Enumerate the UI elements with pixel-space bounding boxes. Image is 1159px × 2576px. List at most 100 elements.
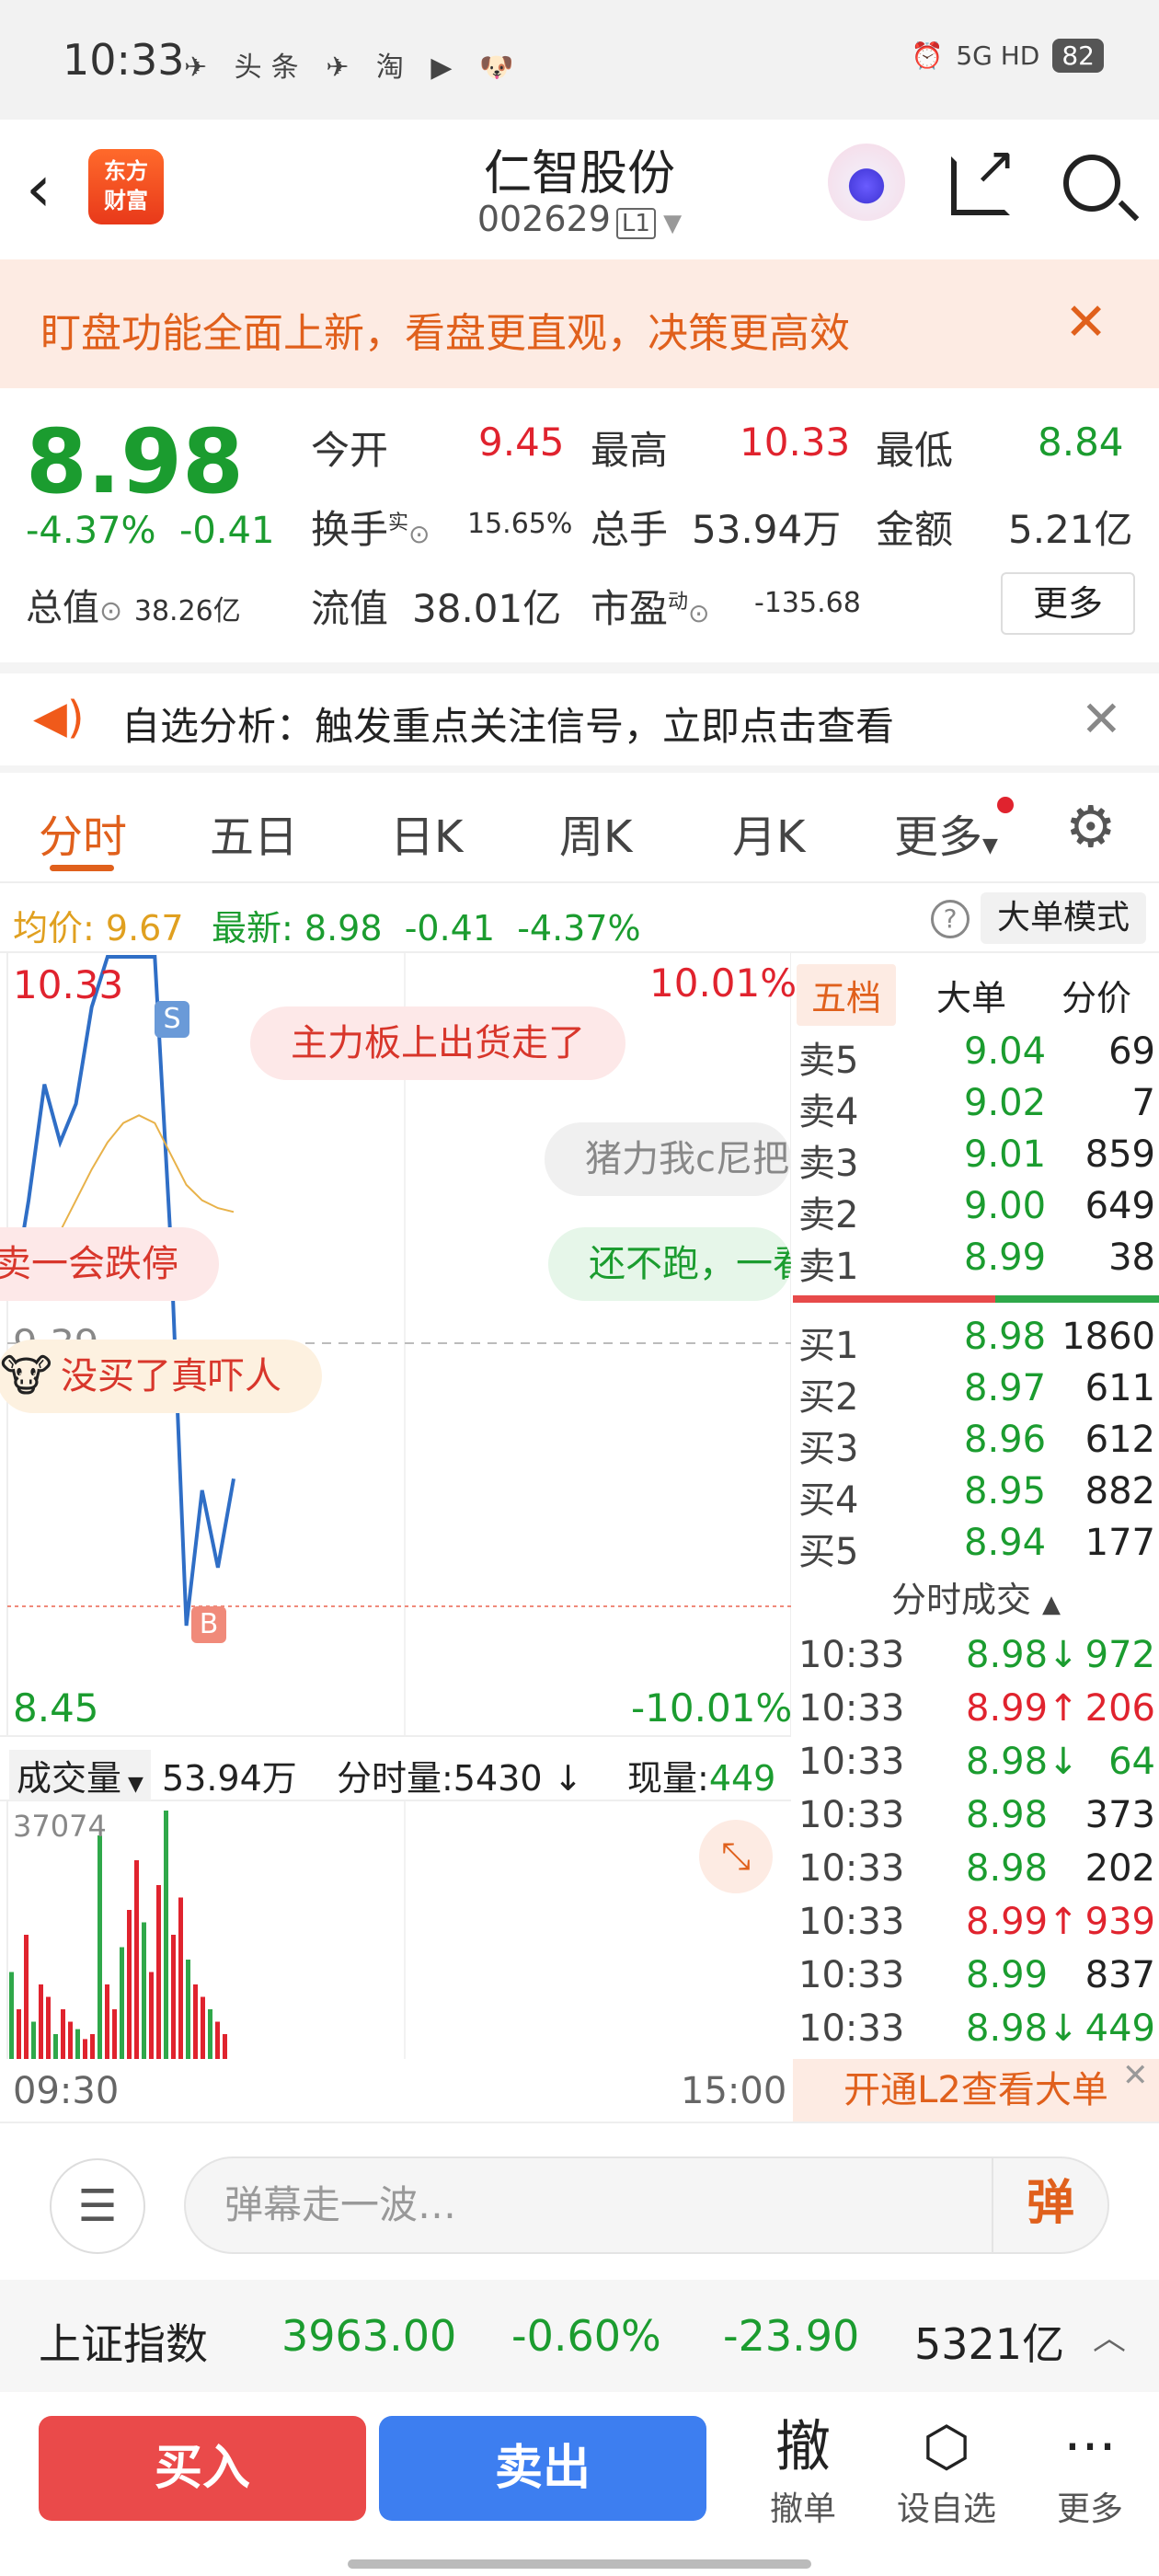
bid-price: 8.97 [964,1367,1047,1409]
latest-label: 最新: [212,908,293,949]
notice-text: 自选分析：触发重点关注信号，立即点击查看 [121,704,895,749]
tab-wuri[interactable]: 五日 [210,800,298,865]
cancel-order-button[interactable]: 撤 撤单 [743,2412,863,2530]
volume-bar [24,1935,29,2059]
turnover-text: 换手 [311,507,389,552]
ask-row[interactable]: 卖5 9.04 69 [793,1030,1159,1082]
trade-time: 10:33 [798,1954,905,1996]
index-ticker[interactable]: 上证指数 3963.00 -0.60% -23.90 5321亿 ︿ [0,2280,1159,2392]
network-indicator: 5G HD [956,40,1040,71]
more-button[interactable]: 更多 [1001,572,1135,635]
trade-volume: 449 [1084,2007,1155,2050]
float-label: 流值 [311,586,389,631]
volume-max-label: 37074 [13,1809,107,1844]
volume-chart[interactable]: 37074 ⤡ [0,1801,791,2059]
buy-button[interactable]: 买入 [39,2416,366,2521]
ask-row[interactable]: 卖2 9.00 649 [793,1185,1159,1236]
tab-yuek[interactable]: 月K [732,800,805,865]
trade-price: 8.98 [966,1794,1049,1836]
volume-bar [53,2034,58,2059]
sell-button[interactable]: 卖出 [379,2416,706,2521]
trade-volume: 206 [1084,1687,1155,1730]
arrow-down-icon: ↓ [553,1758,583,1799]
tab-zhouk[interactable]: 周K [559,800,632,865]
trades-title[interactable]: 分时成交 ▲ [793,1571,1159,1622]
intraday-chart[interactable]: 10.33 10.01% 9.39 8.45 -10.01% S B 主力板上出… [0,953,797,1735]
volume-label: 成交量 [17,1758,122,1799]
search-icon[interactable] [1063,155,1120,212]
xianliang-label: 现量: [627,1758,709,1799]
change-pct: -4.37% [26,510,156,552]
latest-price: 最新: 8.98 -0.41 -4.37% [212,900,641,950]
ask-volume: 69 [1108,1030,1155,1073]
avg-value: 9.67 [105,908,184,949]
bid-row[interactable]: 买3 8.96 612 [793,1419,1159,1470]
ask-row[interactable]: 卖1 8.99 38 [793,1236,1159,1288]
trade-time: 10:33 [798,1634,905,1676]
status-time: 10:33 [63,35,185,85]
trade-time: 10:33 [798,1847,905,1890]
gear-icon[interactable]: ⚙ [1065,799,1117,856]
add-watchlist-label: 设自选 [896,2490,996,2528]
volume-bar [75,2029,80,2059]
ask-price: 9.04 [964,1030,1047,1073]
app-header: ‹ 东方 财富 仁智股份 002629 L1 ▼ ↗ [0,120,1159,258]
bid-row[interactable]: 买2 8.97 611 [793,1367,1159,1419]
zongzhi-label: 总值 [26,587,99,629]
tab-rik[interactable]: 日K [390,800,463,865]
volume-header: 成交量 ▼ 53.94万 分时量:5430 ↓ 现量:449 [0,1735,791,1801]
volume-bar [193,1984,198,2059]
ask-row[interactable]: 卖3 9.01 859 [793,1133,1159,1185]
volume-bar [120,1947,124,2059]
trade-time: 10:33 [798,1687,905,1730]
bid-level: 买2 [798,1376,859,1419]
tab-fenshi[interactable]: 分时 [39,800,127,865]
trade-row: 10:33 8.99↑ 206 [793,1687,1159,1741]
bid-row[interactable]: 买4 8.95 882 [793,1470,1159,1522]
tab-dadan[interactable]: 大单 [936,970,1006,1020]
more-actions-button[interactable]: ··· 更多 [1030,2412,1150,2530]
open-label: 今开 [311,428,389,473]
tab-wudang[interactable]: 五档 [797,964,897,1026]
close-icon[interactable]: ✕ [1081,690,1122,748]
expand-icon[interactable]: ⤡ [699,1820,773,1893]
add-watchlist-button[interactable]: ⬡ 设自选 [887,2412,1006,2530]
trade-volume: 972 [1084,1634,1155,1676]
volume-bar [223,2034,227,2059]
ask-price: 9.00 [964,1185,1047,1227]
volume-indicator-selector[interactable]: 成交量 ▼ [9,1750,151,1800]
buy-marker[interactable]: B [191,1606,226,1643]
bid-row[interactable]: 买1 8.98 1860 [793,1316,1159,1367]
tab-fenjia[interactable]: 分价 [1061,970,1131,1020]
cancel-order-icon: 撤 [775,2415,831,2479]
volume-bar [171,1935,176,2059]
sell-marker[interactable]: S [155,1001,189,1038]
danmaku-send-button[interactable]: 弹 [992,2156,1107,2254]
close-icon[interactable]: ✕ [1064,293,1107,352]
ask-row[interactable]: 卖4 9.02 7 [793,1082,1159,1133]
home-indicator [348,2559,811,2569]
close-icon[interactable]: ✕ [1122,2057,1149,2094]
turnover-sup: 实 [388,512,409,535]
volume-value: 53.94万 [692,507,842,552]
open-l2-button[interactable]: 开通L2查看大单 [793,2059,1159,2122]
trade-row: 10:33 8.98 373 [793,1794,1159,1847]
big-order-mode-button[interactable]: 大单模式 [981,892,1146,944]
bid-level: 买5 [798,1531,859,1573]
ask-volume: 859 [1084,1133,1155,1176]
promo-banner[interactable]: 盯盘功能全面上新，看盘更直观，决策更高效 ✕ [0,259,1159,388]
chevron-up-icon[interactable]: ︿ [1093,2311,1126,2359]
danmaku-settings-icon[interactable]: ☰ [50,2158,145,2254]
watchlist-analysis-notice[interactable]: ◀) 自选分析：触发重点关注信号，立即点击查看 ✕ [0,673,1159,765]
turnover-value: 15.65% [467,508,573,540]
volume-bar [134,1860,139,2059]
bid-row[interactable]: 买5 8.94 177 [793,1522,1159,1573]
bid-volume: 1860 [1061,1316,1155,1358]
time-axis: 09:30 15:00 [0,2059,791,2122]
more-dots-icon: ··· [1063,2415,1117,2479]
ai-assistant-icon[interactable] [828,144,905,221]
help-icon[interactable]: ? [931,900,970,938]
tab-more[interactable]: 更多▼ [894,800,998,865]
top-pct-label: 10.01% [649,960,798,1006]
danmaku-input[interactable]: 弹幕走一波… 弹 [184,2156,1109,2254]
